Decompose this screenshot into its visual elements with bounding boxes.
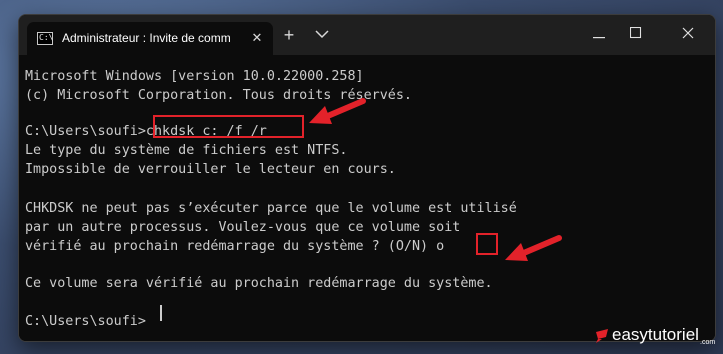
prompt-line: C:\Users\soufi> — [25, 314, 146, 329]
logo-domain-suffix: .com — [700, 339, 716, 346]
answer-highlight-box — [476, 233, 498, 255]
red-arrow-icon — [309, 98, 366, 124]
red-arrow-icon — [505, 235, 562, 261]
command-prompt-icon-label: C:\ — [39, 33, 54, 42]
close-button[interactable] — [675, 25, 701, 45]
close-tab-icon[interactable]: ✕ — [247, 28, 267, 48]
output-line: Microsoft Windows [version 10.0.22000.25… — [25, 69, 364, 84]
logo-mark-icon — [596, 329, 608, 343]
output-line: CHKDSK ne peut pas s’exécuter parce que … — [25, 201, 517, 216]
text-cursor — [160, 305, 162, 321]
maximize-button[interactable] — [623, 25, 649, 45]
easytutoriel-logo: easytutoriel .com — [592, 321, 720, 351]
prompt-question-line: vérifié au prochain redémarrage du systè… — [25, 239, 445, 254]
new-tab-button[interactable]: + — [279, 25, 299, 45]
terminal-tab[interactable]: C:\ Administrateur : Invite de comm ✕ — [27, 22, 273, 55]
output-line: Le type du système de fichiers est NTFS. — [25, 143, 348, 158]
output-line: Impossible de verrouiller le lecteur en … — [25, 162, 396, 177]
logo-brand-text: easytutoriel — [612, 325, 699, 344]
command-highlight-box — [153, 115, 304, 138]
chevron-down-icon[interactable] — [312, 25, 332, 45]
output-line: par un autre processus. Voulez-vous que … — [25, 220, 461, 235]
output-line: Ce volume sera vérifié au prochain redém… — [25, 276, 493, 291]
command-prompt-icon: C:\ — [37, 32, 53, 45]
title-bar: C:\ Administrateur : Invite de comm ✕ + — [19, 15, 715, 55]
terminal-output[interactable]: Microsoft Windows [version 10.0.22000.25… — [19, 55, 715, 341]
minimize-button[interactable] — [586, 25, 612, 45]
terminal-window: C:\ Administrateur : Invite de comm ✕ + … — [18, 14, 716, 342]
tab-title: Administrateur : Invite de comm — [62, 31, 231, 45]
